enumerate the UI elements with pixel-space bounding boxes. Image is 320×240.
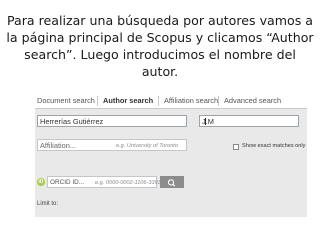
orcid-placeholder: ORCID ID... bbox=[50, 179, 85, 186]
initials-text: J.M bbox=[202, 117, 214, 126]
last-name-input[interactable]: Herrerías Gutiérrez bbox=[37, 115, 187, 127]
search-icon bbox=[167, 179, 176, 187]
tab-affiliation-search[interactable]: Affiliation search bbox=[164, 96, 218, 105]
orcid-icon: iD bbox=[37, 178, 45, 186]
tab-separator bbox=[97, 96, 98, 106]
orcid-input[interactable]: ORCID ID... e.g. 0000-0002-1106-3393 bbox=[47, 176, 161, 188]
caption-text: Para realizar una búsqueda por autores v… bbox=[6, 13, 314, 79]
limit-label: Limit to: bbox=[37, 201, 59, 207]
exact-match-checkbox[interactable] bbox=[233, 144, 239, 150]
initials-input[interactable]: J.M bbox=[199, 115, 299, 127]
orcid-hint: e.g. 0000-0002-1106-3393 bbox=[95, 180, 161, 186]
affiliation-hint: e.g. University of Toronto bbox=[116, 143, 178, 149]
search-tabs: Document search Author search Affiliatio… bbox=[35, 94, 307, 109]
tab-advanced-search[interactable]: Advanced search bbox=[224, 96, 281, 105]
exact-match-label: Show exact matches only bbox=[242, 143, 306, 149]
tab-document-search[interactable]: Document search bbox=[37, 96, 95, 105]
initials-value: J.M bbox=[202, 117, 214, 126]
author-search-panel: Document search Author search Affiliatio… bbox=[35, 94, 307, 234]
search-form: Herrerías Gutiérrez J.M Show exact match… bbox=[35, 109, 307, 217]
affiliation-placeholder: Affiliation... bbox=[40, 141, 77, 150]
tab-separator bbox=[218, 96, 219, 106]
search-button[interactable] bbox=[160, 176, 184, 188]
text-cursor bbox=[205, 118, 206, 125]
affiliation-input[interactable]: Affiliation... e.g. University of Toront… bbox=[37, 139, 187, 151]
tab-separator bbox=[158, 96, 159, 106]
tab-author-search[interactable]: Author search bbox=[103, 96, 153, 105]
last-name-value: Herrerías Gutiérrez bbox=[40, 117, 104, 126]
